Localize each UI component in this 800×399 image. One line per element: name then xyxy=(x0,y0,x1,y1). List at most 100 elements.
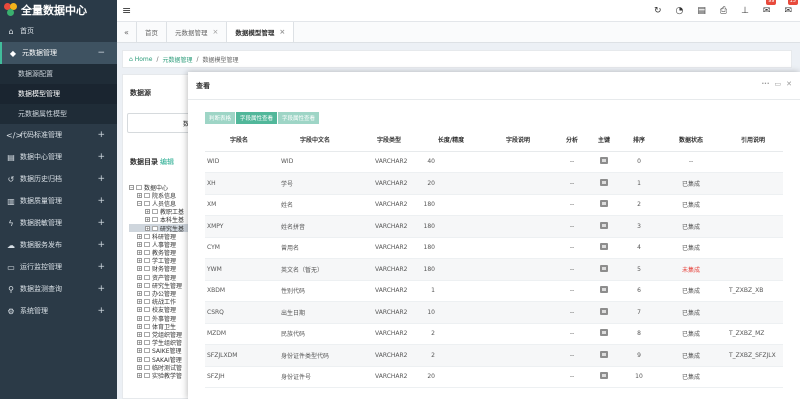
tree-toggle-icon[interactable]: + xyxy=(137,192,142,198)
primary-key-icon[interactable] xyxy=(600,157,608,165)
tree-toggle-icon[interactable]: + xyxy=(137,274,142,280)
menu-toggle-icon[interactable]: ≡ xyxy=(122,4,131,17)
sidebar-item-6[interactable]: ϟ 数据脱敏管理 + xyxy=(0,212,117,234)
tree-toggle-icon[interactable]: + xyxy=(137,233,142,239)
modal-tab-button-1[interactable]: 字段属性查看 xyxy=(236,112,278,124)
tab-prev-icon[interactable]: « xyxy=(117,22,137,42)
modal-tab-button-0[interactable]: 判断表格 xyxy=(205,112,236,124)
expand-icon[interactable]: + xyxy=(97,218,105,228)
tab-1[interactable]: 元数据管理 × xyxy=(167,22,228,42)
tree-toggle-icon[interactable]: + xyxy=(137,356,142,362)
expand-icon[interactable]: + xyxy=(97,284,105,294)
sidebar-item-1[interactable]: ◆ 元数据管理 − xyxy=(0,42,117,64)
sidebar-subitem-1[interactable]: 数据模型管理 xyxy=(0,84,117,104)
tab-2[interactable]: 数据模型管理 × xyxy=(227,22,295,42)
tab-close-icon[interactable]: × xyxy=(279,28,285,36)
sidebar-subitem-0[interactable]: 数据源配置 xyxy=(0,64,117,84)
print-icon[interactable]: ⎙ xyxy=(720,6,727,16)
expand-icon[interactable]: + xyxy=(97,130,105,140)
sidebar-item-5[interactable]: ▥ 数据质量管理 + xyxy=(0,190,117,212)
app-logo[interactable]: 全量数据中心 xyxy=(0,0,117,20)
field-length: 40 xyxy=(421,151,481,173)
tree-toggle-icon[interactable]: + xyxy=(145,217,150,223)
expand-icon[interactable]: + xyxy=(97,174,105,184)
sidebar-item-9[interactable]: ⚲ 数据监测查询 + xyxy=(0,278,117,300)
table-row[interactable]: MZDM 民族代码 VARCHAR2 2 -- 8 已集成 T_ZXBZ_MZ xyxy=(205,323,783,345)
expand-icon[interactable]: + xyxy=(97,262,105,272)
sitemap-icon[interactable]: ⊥ xyxy=(741,6,749,16)
bell-icon[interactable]: ✉ 15 xyxy=(784,0,798,16)
tree-toggle-icon[interactable]: + xyxy=(145,225,150,231)
tab-0[interactable]: 首页 xyxy=(137,22,167,42)
breadcrumb-level1[interactable]: 元数据管理 xyxy=(162,55,192,64)
table-row[interactable]: SFZJLXDM 身份证件类型代码 VARCHAR2 2 -- 9 已集成 T_ZXBZ_SF… xyxy=(205,344,783,367)
primary-key-icon[interactable] xyxy=(600,307,608,315)
primary-key-icon[interactable] xyxy=(600,178,608,186)
server-icon[interactable]: ▤ xyxy=(697,6,706,16)
field-desc xyxy=(481,258,555,281)
primary-key-icon[interactable] xyxy=(600,286,608,294)
sidebar-item-8[interactable]: ▭ 运行监控管理 + xyxy=(0,256,117,278)
primary-key-icon[interactable] xyxy=(600,200,608,208)
table-row[interactable]: YWM 英文名（暂无） VARCHAR2 180 -- 5 未集成 xyxy=(205,258,783,281)
primary-key-icon[interactable] xyxy=(600,264,608,272)
tree-toggle-icon[interactable]: + xyxy=(137,299,142,305)
expand-icon[interactable]: + xyxy=(97,196,105,206)
table-row[interactable]: WID WID VARCHAR2 40 -- 0 -- xyxy=(205,151,783,173)
breadcrumb-home[interactable]: ⌂ Home xyxy=(129,56,152,63)
message-icon[interactable]: ✉ 99 xyxy=(763,0,777,16)
expand-icon[interactable]: + xyxy=(97,240,105,250)
close-icon[interactable]: ✕ xyxy=(786,80,792,88)
sidebar-item-2[interactable]: </> 代码标准管理 + xyxy=(0,124,117,146)
dashboard-icon[interactable]: ◔ xyxy=(675,6,683,16)
sidebar-item-10[interactable]: ⚙ 系统管理 + xyxy=(0,300,117,322)
tree-toggle-icon[interactable]: + xyxy=(137,323,142,329)
tree-toggle-icon[interactable]: + xyxy=(137,364,142,370)
tree-toggle-icon[interactable]: − xyxy=(129,184,134,190)
tree-toggle-icon[interactable]: + xyxy=(137,282,142,288)
field-type: VARCHAR2 xyxy=(357,344,421,367)
primary-key-icon[interactable] xyxy=(600,372,608,380)
primary-key-icon[interactable] xyxy=(600,243,608,251)
tab-close-icon[interactable]: × xyxy=(213,28,219,36)
expand-icon[interactable]: + xyxy=(97,152,105,162)
table-row[interactable]: XH 学号 VARCHAR2 20 -- 1 已集成 xyxy=(205,172,783,195)
tree-toggle-icon[interactable]: + xyxy=(137,258,142,264)
sidebar-item-0[interactable]: ⌂ 首页 xyxy=(0,20,117,42)
primary-key-icon[interactable] xyxy=(600,329,608,337)
sidebar-item-7[interactable]: ☁ 数据服务发布 + xyxy=(0,234,117,256)
tree-toggle-icon[interactable]: + xyxy=(137,266,142,272)
primary-key-icon[interactable] xyxy=(600,350,608,358)
table-row[interactable]: SFZJH 身份证件号 VARCHAR2 20 -- 10 已集成 xyxy=(205,366,783,388)
table-row[interactable]: CSRQ 出生日期 VARCHAR2 10 -- 7 已集成 xyxy=(205,301,783,324)
primary-key-icon[interactable] xyxy=(600,221,608,229)
datasource-select[interactable]: 数 xyxy=(127,113,192,133)
tree-toggle-icon[interactable]: + xyxy=(137,250,142,256)
refresh-icon[interactable]: ↻ xyxy=(654,6,662,16)
tree-toggle-icon[interactable]: − xyxy=(137,200,142,206)
table-row[interactable]: XM 姓名 VARCHAR2 180 -- 2 已集成 xyxy=(205,194,783,216)
minimize-icon[interactable]: ··· xyxy=(762,80,770,88)
tree-toggle-icon[interactable]: + xyxy=(137,348,142,354)
tree-toggle-icon[interactable]: + xyxy=(137,372,142,378)
expand-icon[interactable]: + xyxy=(97,306,105,316)
tree-toggle-icon[interactable]: + xyxy=(137,340,142,346)
table-row[interactable]: XBDM 性别代码 VARCHAR2 1 -- 6 已集成 T_ZXBZ_XB xyxy=(205,280,783,302)
tree-toggle-icon[interactable]: + xyxy=(137,291,142,297)
tree-toggle-icon[interactable]: + xyxy=(137,241,142,247)
tree-toggle-icon[interactable]: + xyxy=(137,307,142,313)
table-row[interactable]: XMPY 姓名拼音 VARCHAR2 180 -- 3 已集成 xyxy=(205,215,783,238)
sidebar-item-3[interactable]: ▤ 数据中心管理 + xyxy=(0,146,117,168)
collapse-icon[interactable]: − xyxy=(97,48,105,58)
tree-toggle-icon[interactable]: + xyxy=(137,331,142,337)
sidebar-item-4[interactable]: ↺ 数据历史归档 + xyxy=(0,168,117,190)
maximize-icon[interactable]: ▭ xyxy=(775,80,782,88)
tree-toggle-icon[interactable]: + xyxy=(145,209,150,215)
field-status: 已集成 xyxy=(659,280,723,302)
catalog-edit-link[interactable]: 编辑 xyxy=(160,158,174,166)
modal-tab-button-2[interactable]: 字段属性查看 xyxy=(278,112,320,124)
tree-toggle-icon[interactable]: + xyxy=(137,315,142,321)
table-row[interactable]: CYM 曾用名 VARCHAR2 180 -- 4 已集成 xyxy=(205,237,783,259)
field-status: 已集成 xyxy=(659,237,723,259)
sidebar-subitem-2[interactable]: 元数据属性模型 xyxy=(0,104,117,124)
